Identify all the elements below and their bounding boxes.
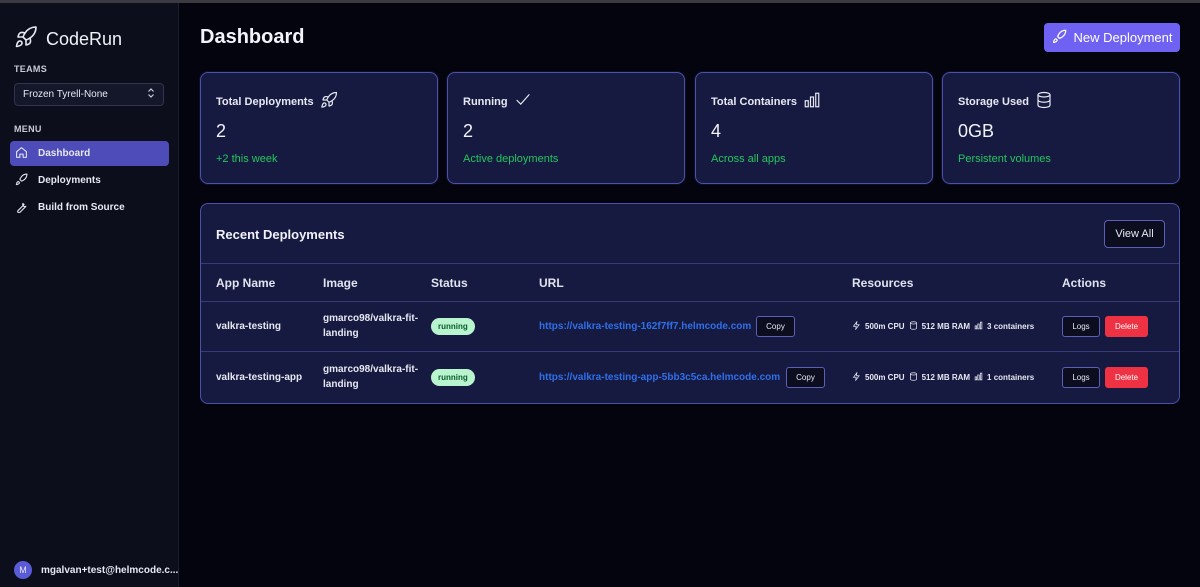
bar-chart-icon bbox=[974, 372, 983, 383]
rocket-icon bbox=[14, 25, 38, 54]
stat-card-title: Running bbox=[463, 91, 532, 112]
ram-value: 512 MB RAM bbox=[921, 373, 971, 382]
delete-button[interactable]: Delete bbox=[1105, 316, 1148, 337]
stat-subtext: Persistent volumes bbox=[958, 153, 1051, 165]
image-line: landing bbox=[323, 328, 359, 339]
divider bbox=[201, 301, 1179, 302]
stat-title-text: Running bbox=[463, 95, 508, 108]
bar-chart-icon bbox=[974, 321, 983, 332]
teams-label: TEAMS bbox=[14, 64, 47, 74]
stat-card-storage-used: Storage Used 0GB Persistent volumes bbox=[942, 72, 1180, 184]
home-icon bbox=[15, 146, 28, 162]
deployment-url-link[interactable]: https://valkra-testing-162f7ff7.helmcode… bbox=[539, 321, 751, 332]
stat-title-text: Total Deployments bbox=[216, 95, 314, 108]
column-header: Status bbox=[431, 276, 468, 290]
team-select-value: Frozen Tyrell-None bbox=[23, 89, 108, 100]
containers-value: 1 containers bbox=[987, 373, 1035, 382]
stat-card-title: Storage Used bbox=[958, 91, 1053, 112]
stat-card-total-deployments: Total Deployments 2 +2 this week bbox=[200, 72, 438, 184]
stat-title-text: Total Containers bbox=[711, 95, 797, 108]
lightning-icon bbox=[852, 320, 861, 332]
stat-title-text: Storage Used bbox=[958, 95, 1029, 108]
image-cell: gmarco98/valkra-fit- landing bbox=[323, 311, 418, 341]
recent-deployments-panel: Recent Deployments View All App Name Ima… bbox=[200, 203, 1180, 404]
image-line: gmarco98/valkra-fit- bbox=[323, 364, 419, 375]
ram-value: 512 MB RAM bbox=[921, 322, 971, 331]
panel-title: Recent Deployments bbox=[216, 227, 345, 242]
stat-subtext: Across all apps bbox=[711, 153, 786, 165]
stat-subtext: +2 this week bbox=[216, 153, 278, 165]
avatar: M bbox=[14, 561, 32, 579]
containers-value: 3 containers bbox=[987, 322, 1035, 331]
page-title: Dashboard bbox=[200, 26, 305, 48]
sidebar-item-label: Build from Source bbox=[38, 202, 125, 213]
cpu-value: 500m CPU bbox=[865, 373, 905, 382]
copy-url-button[interactable]: Copy bbox=[756, 316, 795, 337]
stat-card-title: Total Deployments bbox=[216, 91, 338, 112]
stat-card-total-containers: Total Containers 4 Across all apps bbox=[695, 72, 933, 184]
rocket-icon bbox=[15, 173, 28, 189]
stat-value: 0GB bbox=[958, 121, 995, 141]
bar-chart-icon bbox=[803, 91, 821, 112]
window-top-border bbox=[0, 0, 1200, 3]
stat-value: 2 bbox=[463, 121, 474, 141]
sidebar-item-label: Deployments bbox=[38, 175, 101, 186]
column-header: Actions bbox=[1062, 276, 1107, 290]
app-name: CodeRun bbox=[46, 29, 123, 49]
stat-subtext: Active deployments bbox=[463, 153, 559, 165]
image-line: landing bbox=[323, 379, 359, 390]
chevron-up-down-icon bbox=[147, 88, 155, 101]
database-icon bbox=[909, 372, 918, 383]
app-name-cell[interactable]: valkra-testing bbox=[216, 319, 281, 334]
delete-button[interactable]: Delete bbox=[1105, 367, 1148, 388]
database-icon bbox=[1035, 91, 1053, 112]
menu-label: MENU bbox=[14, 124, 42, 134]
image-cell: gmarco98/valkra-fit- landing bbox=[323, 362, 418, 392]
team-select[interactable]: Frozen Tyrell-None bbox=[14, 83, 164, 106]
resources-cell: 500m CPU 512 MB RAM 1 containers bbox=[852, 371, 1035, 383]
check-icon bbox=[514, 91, 532, 112]
stat-card-running: Running 2 Active deployments bbox=[447, 72, 685, 184]
column-header: Resources bbox=[852, 276, 914, 290]
sidebar: CodeRun TEAMS Frozen Tyrell-None MENU Da… bbox=[0, 3, 179, 587]
view-all-button[interactable]: View All bbox=[1104, 220, 1165, 248]
status-badge: running bbox=[431, 369, 475, 386]
stat-value: 4 bbox=[711, 121, 722, 141]
sidebar-item-dashboard[interactable]: Dashboard bbox=[10, 141, 169, 166]
app-name-cell[interactable]: valkra-testing-app bbox=[216, 370, 302, 385]
new-deployment-label: New Deployment bbox=[1073, 30, 1173, 45]
cpu-value: 500m CPU bbox=[865, 322, 905, 331]
lightning-icon bbox=[852, 371, 861, 383]
column-header: Image bbox=[323, 276, 358, 290]
copy-url-button[interactable]: Copy bbox=[786, 367, 825, 388]
logs-button[interactable]: Logs bbox=[1062, 316, 1100, 337]
database-icon bbox=[909, 321, 918, 332]
brand[interactable]: CodeRun bbox=[14, 25, 122, 54]
new-deployment-button[interactable]: New Deployment bbox=[1044, 23, 1180, 52]
sidebar-item-build-from-source[interactable]: Build from Source bbox=[10, 195, 169, 220]
rocket-icon bbox=[320, 91, 338, 112]
column-header: App Name bbox=[216, 276, 276, 290]
column-header: URL bbox=[539, 276, 564, 290]
divider bbox=[201, 263, 1179, 264]
divider bbox=[201, 351, 1179, 352]
rocket-icon bbox=[1052, 29, 1067, 47]
image-line: gmarco98/valkra-fit- bbox=[323, 313, 419, 324]
logs-button[interactable]: Logs bbox=[1062, 367, 1100, 388]
stat-value: 2 bbox=[216, 121, 227, 141]
resources-cell: 500m CPU 512 MB RAM 3 containers bbox=[852, 320, 1035, 332]
wrench-icon bbox=[15, 200, 28, 216]
user-email: mgalvan+test@helmcode.c... bbox=[41, 564, 179, 576]
status-badge: running bbox=[431, 318, 475, 335]
sidebar-item-label: Dashboard bbox=[38, 148, 91, 159]
stat-card-title: Total Containers bbox=[711, 91, 821, 112]
deployment-url-link[interactable]: https://valkra-testing-app-5bb3c5ca.helm… bbox=[539, 372, 780, 383]
user-profile[interactable]: M mgalvan+test@helmcode.c... bbox=[14, 561, 178, 579]
sidebar-item-deployments[interactable]: Deployments bbox=[10, 168, 169, 193]
